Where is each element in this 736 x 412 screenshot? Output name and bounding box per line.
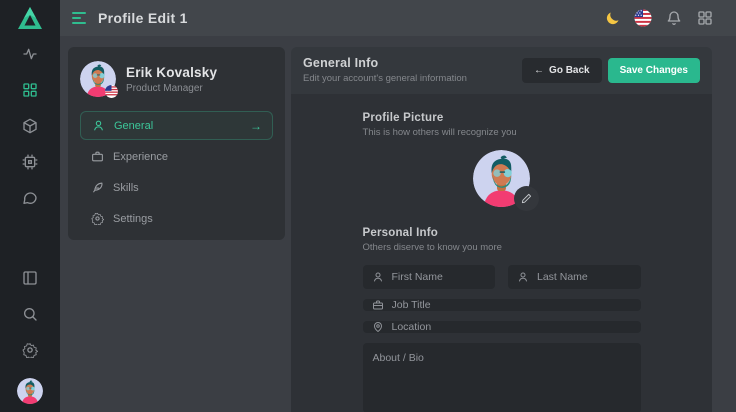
- location-pin-icon: [372, 321, 384, 333]
- search-icon[interactable]: [18, 302, 42, 326]
- panel-subtitle: Edit your account's general information: [303, 73, 467, 84]
- user-icon: [372, 271, 384, 283]
- about-bio-textarea[interactable]: [363, 343, 641, 412]
- menu-item-label: Skills: [113, 182, 139, 194]
- profile-card: Erik Kovalsky Product Manager General →: [68, 47, 285, 240]
- location-input[interactable]: [392, 321, 632, 333]
- right-arrow-icon: →: [250, 119, 262, 133]
- activity-icon[interactable]: [18, 42, 42, 66]
- job-title-field[interactable]: [363, 299, 641, 311]
- form-container: Profile Picture This is how others will …: [363, 94, 641, 412]
- profile-picture-section: Profile Picture This is how others will …: [363, 112, 641, 207]
- rail-bottom-nav: [17, 266, 43, 412]
- section-title: Personal Info: [363, 227, 641, 239]
- hamburger-menu-icon[interactable]: [72, 12, 88, 24]
- panel-body: Profile Picture This is how others will …: [291, 94, 712, 412]
- edit-picture-button[interactable]: [514, 186, 539, 211]
- location-field[interactable]: [363, 321, 641, 333]
- app-window: Profile Edit 1: [0, 0, 736, 412]
- main-column: Profile Edit 1: [60, 0, 736, 412]
- profile-picture-avatar: [473, 150, 530, 207]
- section-subtitle: Others diserve to know you more: [363, 242, 641, 253]
- panel-actions: ← Go Back Save Changes: [522, 58, 700, 83]
- panel-header-text: General Info Edit your account's general…: [303, 56, 467, 84]
- left-arrow-icon: ←: [534, 65, 544, 76]
- panel-title: General Info: [303, 56, 467, 70]
- personal-info-fields: [363, 265, 641, 412]
- rail-top-nav: [18, 42, 42, 222]
- topbar-actions: [601, 7, 716, 29]
- language-us-flag-icon[interactable]: [632, 7, 654, 29]
- menu-item-label: Settings: [113, 213, 153, 225]
- logo-triangle-icon: [17, 6, 43, 30]
- notifications-bell-icon[interactable]: [663, 7, 685, 29]
- feather-icon: [90, 181, 104, 194]
- pencil-icon: [521, 193, 532, 204]
- content-area: Erik Kovalsky Product Manager General →: [60, 36, 736, 412]
- us-flag-badge-icon: [105, 85, 118, 98]
- panel-header: General Info Edit your account's general…: [291, 47, 712, 94]
- chat-bubble-icon[interactable]: [18, 186, 42, 210]
- page-title: Profile Edit 1: [98, 10, 188, 26]
- apps-grid-icon[interactable]: [694, 7, 716, 29]
- section-subtitle: This is how others will recognize you: [363, 127, 641, 138]
- user-name: Erik Kovalsky: [126, 65, 217, 80]
- first-name-input[interactable]: [392, 271, 487, 283]
- theme-moon-icon[interactable]: [601, 7, 623, 29]
- settings-gear-icon[interactable]: [18, 338, 42, 362]
- rail-user-avatar[interactable]: [17, 378, 43, 404]
- section-title: Profile Picture: [363, 112, 641, 124]
- cpu-chip-icon[interactable]: [18, 150, 42, 174]
- menu-item-label: Experience: [113, 151, 168, 163]
- app-logo[interactable]: [0, 0, 60, 36]
- menu-item-label: General: [114, 120, 153, 132]
- icon-rail: [0, 0, 60, 412]
- card-user-summary: Erik Kovalsky Product Manager: [80, 59, 273, 97]
- job-title-input[interactable]: [392, 299, 632, 311]
- profile-card-menu: General → Experience Skills: [80, 111, 273, 235]
- go-back-button[interactable]: ← Go Back: [522, 58, 602, 83]
- user-icon: [517, 271, 529, 283]
- topbar: Profile Edit 1: [60, 0, 736, 36]
- last-name-input[interactable]: [537, 271, 632, 283]
- layout-panel-icon[interactable]: [18, 266, 42, 290]
- user-role: Product Manager: [126, 83, 217, 94]
- menu-item-settings[interactable]: Settings: [80, 204, 273, 233]
- dashboard-grid-icon[interactable]: [18, 78, 42, 102]
- general-info-panel: General Info Edit your account's general…: [291, 47, 712, 412]
- menu-item-general[interactable]: General →: [80, 111, 273, 140]
- menu-item-skills[interactable]: Skills: [80, 173, 273, 202]
- save-changes-button[interactable]: Save Changes: [608, 58, 700, 83]
- last-name-field[interactable]: [508, 265, 641, 289]
- briefcase-icon: [90, 150, 104, 163]
- menu-item-experience[interactable]: Experience: [80, 142, 273, 171]
- package-box-icon[interactable]: [18, 114, 42, 138]
- card-avatar: [80, 61, 116, 97]
- user-icon: [91, 119, 105, 132]
- card-user-text: Erik Kovalsky Product Manager: [126, 65, 217, 94]
- gear-icon: [90, 212, 104, 225]
- personal-info-section: Personal Info Others diserve to know you…: [363, 227, 641, 412]
- first-name-field[interactable]: [363, 265, 496, 289]
- briefcase-icon: [372, 299, 384, 311]
